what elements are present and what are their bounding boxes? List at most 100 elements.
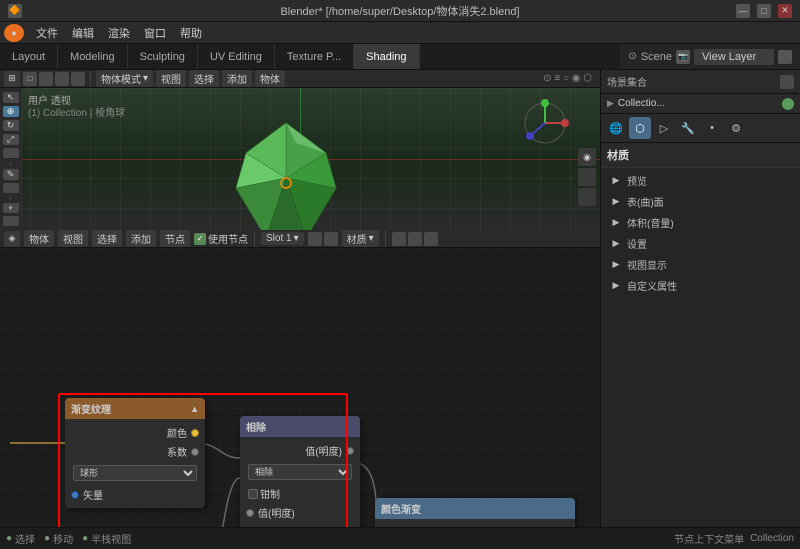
gradient-texture-body: 颜色 系数 球形 矢量 bbox=[65, 419, 205, 508]
material-dropdown[interactable]: 材质 ▾ bbox=[342, 230, 379, 247]
status-collection: Collection bbox=[750, 533, 794, 544]
tool-add2[interactable] bbox=[3, 216, 19, 226]
close-button[interactable]: ✕ bbox=[778, 4, 792, 18]
node-view-btn[interactable]: 视图 bbox=[58, 230, 88, 247]
prop-tab-particles[interactable]: • bbox=[701, 117, 723, 139]
title-bar: 🔶 Blender* [/home/super/Desktop/物体消失2.bl… bbox=[0, 0, 800, 22]
view-layer-dropdown[interactable]: View Layer bbox=[694, 49, 774, 65]
node-fi3[interactable] bbox=[424, 232, 438, 246]
properties-icon-tabs: 🌐 ⬡ ▷ 🔧 • ⚙ bbox=[601, 114, 800, 143]
node-fi1[interactable] bbox=[392, 232, 406, 246]
menu-edit[interactable]: 编辑 bbox=[66, 23, 100, 43]
tab-modeling[interactable]: Modeling bbox=[58, 44, 128, 69]
node-object-btn[interactable]: 物体 bbox=[24, 230, 54, 247]
collection-vis-icon[interactable] bbox=[782, 98, 794, 110]
node-node-btn[interactable]: 节点 bbox=[160, 230, 190, 247]
navigation-gizmo[interactable] bbox=[520, 98, 570, 148]
menu-help[interactable]: 帮助 bbox=[174, 23, 208, 43]
maximize-button[interactable]: □ bbox=[757, 4, 771, 18]
tool-move[interactable]: ⊕ bbox=[3, 106, 19, 117]
node-fi2[interactable] bbox=[408, 232, 422, 246]
subtract-out-socket[interactable] bbox=[346, 447, 354, 455]
gradient-vector-socket[interactable] bbox=[71, 491, 79, 499]
subtract-op-dropdown[interactable]: 相除 bbox=[248, 464, 352, 480]
tab-texture-paint[interactable]: Texture P... bbox=[275, 44, 354, 69]
prop-settings[interactable]: ▶ 设置 bbox=[605, 235, 796, 252]
gem-object bbox=[216, 118, 356, 230]
viewport-object-btn[interactable]: 物体 bbox=[255, 70, 285, 87]
viewport-view-btn[interactable]: 视图 bbox=[156, 70, 186, 87]
tab-sculpting[interactable]: Sculpting bbox=[128, 44, 198, 69]
subtract-dropdown[interactable]: 相除 bbox=[248, 464, 352, 480]
tab-layout[interactable]: Layout bbox=[0, 44, 58, 69]
viewport-opt1[interactable] bbox=[578, 168, 596, 186]
tool-cursor[interactable]: ↖ bbox=[3, 92, 19, 103]
subtract-in1-socket[interactable] bbox=[246, 509, 254, 517]
mat-icon2[interactable] bbox=[324, 232, 338, 246]
color-ramp-node[interactable]: 颜色渐变 颜色 Alpha + − bbox=[375, 498, 575, 527]
preview-section: ▶ 预览 bbox=[605, 172, 796, 189]
gradient-texture-close[interactable]: ▲ bbox=[190, 404, 199, 414]
node-editor-icon[interactable]: ◈ bbox=[4, 231, 20, 247]
prop-volume[interactable]: ▶ 体积(音量) bbox=[605, 214, 796, 231]
viewport-toolbar: ⊞ □ 物体模式 ▾ 视图 选择 添加 物体 ⊙ ≡ ○ ◉ ⬡ bbox=[0, 70, 600, 88]
slot-dropdown[interactable]: Slot 1 ▾ bbox=[261, 232, 304, 245]
scene-collection-header: 场景集合 bbox=[601, 70, 800, 94]
mode-3[interactable] bbox=[55, 72, 69, 86]
view-layer-add[interactable] bbox=[778, 50, 792, 64]
minimize-button[interactable]: — bbox=[736, 4, 750, 18]
viewport-add-btn[interactable]: 添加 bbox=[222, 70, 252, 87]
viewport-shading-icon[interactable]: ◉ bbox=[578, 148, 596, 166]
viewport-opt2[interactable] bbox=[578, 188, 596, 206]
gradient-color-socket[interactable] bbox=[191, 429, 199, 437]
subtract-body: 值(明度) 相除 钳制 值(明度) bbox=[240, 437, 360, 527]
prop-preview[interactable]: ▶ 预览 bbox=[605, 172, 796, 189]
use-nodes-toggle[interactable]: ✓ 使用节点 bbox=[194, 231, 248, 246]
tab-shading[interactable]: Shading bbox=[354, 44, 419, 69]
viewport-select-btn[interactable]: 选择 bbox=[189, 70, 219, 87]
prop-surface[interactable]: ▶ 表(曲)面 bbox=[605, 193, 796, 210]
sep2 bbox=[10, 196, 11, 201]
subtract-title: 相除 bbox=[246, 419, 266, 434]
prop-tab-modifier[interactable]: 🔧 bbox=[677, 117, 699, 139]
prop-custom[interactable]: ▶ 自定义属性 bbox=[605, 277, 796, 294]
clamp-checkbox[interactable] bbox=[248, 489, 258, 499]
prop-viewport-display[interactable]: ▶ 视图显示 bbox=[605, 256, 796, 273]
tool-add[interactable]: + bbox=[3, 203, 19, 213]
mode-2[interactable] bbox=[39, 72, 53, 86]
tool-measure[interactable] bbox=[3, 183, 19, 193]
gradient-factor-socket[interactable] bbox=[191, 448, 199, 456]
node-select-btn[interactable]: 选择 bbox=[92, 230, 122, 247]
node-canvas[interactable]: 渐变纹理 ▲ 颜色 系数 球 bbox=[0, 248, 600, 527]
tool-rotate[interactable]: ↻ bbox=[3, 120, 19, 131]
collection-info-label: (1) Collection | 棱角球 bbox=[28, 104, 125, 119]
tool-scale[interactable]: ⤢ bbox=[3, 134, 19, 145]
gradient-shape-dropdown[interactable]: 球形 bbox=[73, 465, 197, 481]
tab-uv-editing[interactable]: UV Editing bbox=[198, 44, 275, 69]
prop-icon-extra[interactable]: ⚙ bbox=[725, 117, 747, 139]
viewport-mode-dropdown[interactable]: 物体模式 ▾ bbox=[96, 70, 153, 87]
subtract-node[interactable]: 相除 值(明度) 相除 钳制 bbox=[240, 416, 360, 527]
volume-section: ▶ 体积(音量) bbox=[605, 214, 796, 231]
select-mode-icon[interactable]: □ bbox=[23, 72, 37, 86]
mat-icon1[interactable] bbox=[308, 232, 322, 246]
settings-section: ▶ 设置 bbox=[605, 235, 796, 252]
menu-window[interactable]: 窗口 bbox=[138, 23, 172, 43]
tool-annotate[interactable]: ✎ bbox=[3, 169, 19, 180]
viewport-3d[interactable]: ↖ ⊕ ↻ ⤢ ✎ + 用户 透视 (1) Collection | 棱角球 bbox=[0, 88, 600, 230]
prop-tab-object[interactable]: ▷ bbox=[653, 117, 675, 139]
prop-tab-material[interactable]: ⬡ bbox=[629, 117, 651, 139]
color-ramp-title: 颜色渐变 bbox=[381, 501, 421, 516]
gradient-shape-select[interactable]: 球形 bbox=[73, 465, 197, 481]
menu-render[interactable]: 渲染 bbox=[102, 23, 136, 43]
gradient-texture-node[interactable]: 渐变纹理 ▲ 颜色 系数 球 bbox=[65, 398, 205, 508]
prop-tab-scene[interactable]: 🌐 bbox=[605, 117, 627, 139]
mode-4[interactable] bbox=[71, 72, 85, 86]
collection-item[interactable]: ▶ Collectio... bbox=[601, 94, 800, 114]
viewport-icon[interactable]: ⊞ bbox=[4, 71, 20, 87]
tool-transform[interactable] bbox=[3, 148, 19, 158]
status-halfview: 半栈视图 bbox=[91, 531, 131, 546]
collection-search[interactable] bbox=[780, 75, 794, 89]
menu-file[interactable]: 文件 bbox=[30, 23, 64, 43]
node-add-btn[interactable]: 添加 bbox=[126, 230, 156, 247]
